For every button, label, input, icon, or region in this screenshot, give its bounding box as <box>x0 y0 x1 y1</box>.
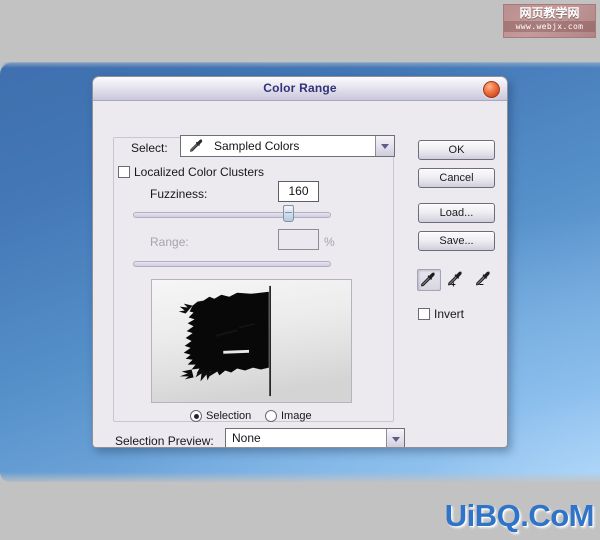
watermark-top: 网页教学网 www.webjx.com <box>503 4 596 38</box>
watermark-bottom: UiBQ.CoM <box>444 498 595 533</box>
localized-color-clusters-label: Localized Color Clusters <box>134 165 265 179</box>
radio-image-label: Image <box>281 410 312 422</box>
radio-selection[interactable]: Selection <box>190 410 251 422</box>
localized-color-clusters-checkbox[interactable]: Localized Color Clusters <box>118 165 264 179</box>
radio-circle <box>265 410 277 422</box>
load-button[interactable]: Load... <box>418 203 495 223</box>
eyedropper-icon <box>189 139 207 154</box>
close-circle-icon[interactable] <box>483 81 500 98</box>
range-input <box>278 229 319 250</box>
selection-preview-value: None <box>232 431 261 445</box>
invert-checkbox[interactable]: Invert <box>418 307 464 321</box>
select-dropdown-value: Sampled Colors <box>214 139 300 153</box>
dialog-body: Select: Sampled Colors Localized Color C… <box>93 101 507 448</box>
select-label: Select: <box>131 141 168 155</box>
selection-preview-dropdown[interactable]: None <box>225 428 405 447</box>
radio-circle <box>190 410 202 422</box>
watermark-chinese-text: 网页教学网 <box>519 6 580 20</box>
fuzziness-slider-track[interactable] <box>133 212 331 218</box>
radio-selection-label: Selection <box>206 410 252 422</box>
watermark-url-text: www.webjx.com <box>504 21 595 32</box>
ok-button[interactable]: OK <box>418 140 495 160</box>
color-range-dialog: Color Range Select: Sampled Colors Local… <box>92 76 508 448</box>
chevron-down-icon[interactable] <box>375 136 394 156</box>
checkbox-box <box>418 308 430 320</box>
save-button[interactable]: Save... <box>418 231 495 251</box>
chevron-down-icon[interactable] <box>386 429 404 447</box>
color-range-preview[interactable] <box>151 279 352 403</box>
selection-preview-label: Selection Preview: <box>115 434 214 448</box>
range-slider-track <box>133 261 331 267</box>
eyedropper-icon[interactable] <box>417 269 441 291</box>
range-label: Range: <box>150 235 189 249</box>
select-dropdown[interactable]: Sampled Colors <box>180 135 395 157</box>
cancel-button[interactable]: Cancel <box>418 168 495 188</box>
eyedropper-plus-icon[interactable] <box>445 269 469 291</box>
invert-label: Invert <box>434 307 465 321</box>
eyedropper-minus-icon[interactable] <box>473 269 497 291</box>
dialog-titlebar[interactable]: Color Range <box>93 77 507 101</box>
fuzziness-slider-thumb[interactable] <box>283 205 294 222</box>
radio-image[interactable]: Image <box>265 410 312 422</box>
fuzziness-label: Fuzziness: <box>150 187 208 201</box>
checkbox-box <box>118 166 130 178</box>
range-percent-label: % <box>324 235 335 249</box>
fuzziness-input[interactable]: 160 <box>278 181 319 202</box>
dialog-title: Color Range <box>263 81 337 95</box>
